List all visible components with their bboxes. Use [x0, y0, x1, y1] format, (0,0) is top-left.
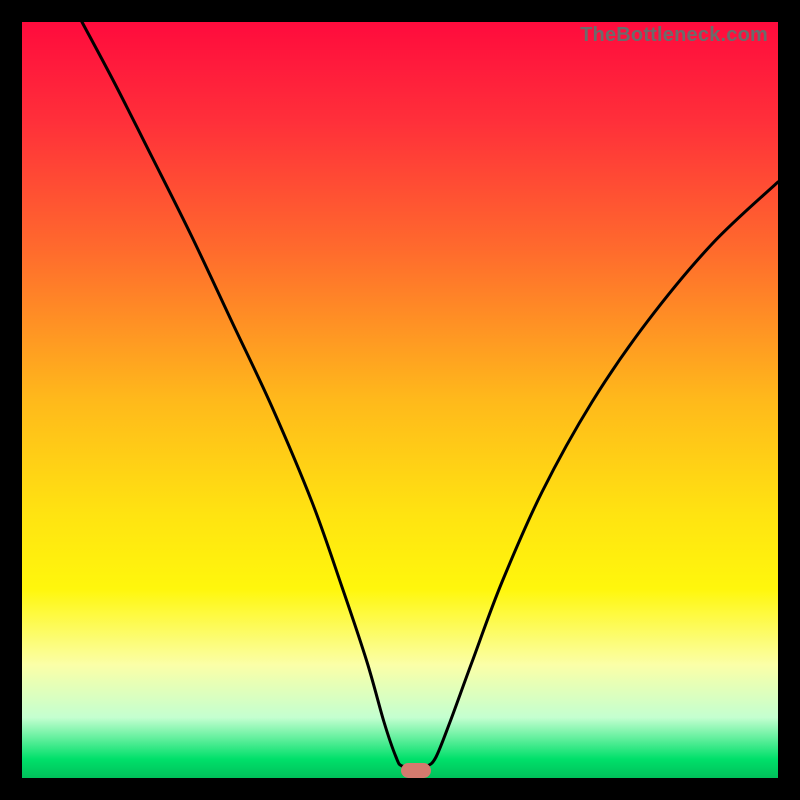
watermark-text: TheBottleneck.com: [580, 24, 768, 47]
bottleneck-curve: [82, 22, 778, 767]
curve-svg: [22, 22, 778, 778]
chart-frame: TheBottleneck.com: [0, 0, 800, 800]
optimal-marker: [401, 763, 431, 778]
plot-area: TheBottleneck.com: [22, 22, 778, 778]
